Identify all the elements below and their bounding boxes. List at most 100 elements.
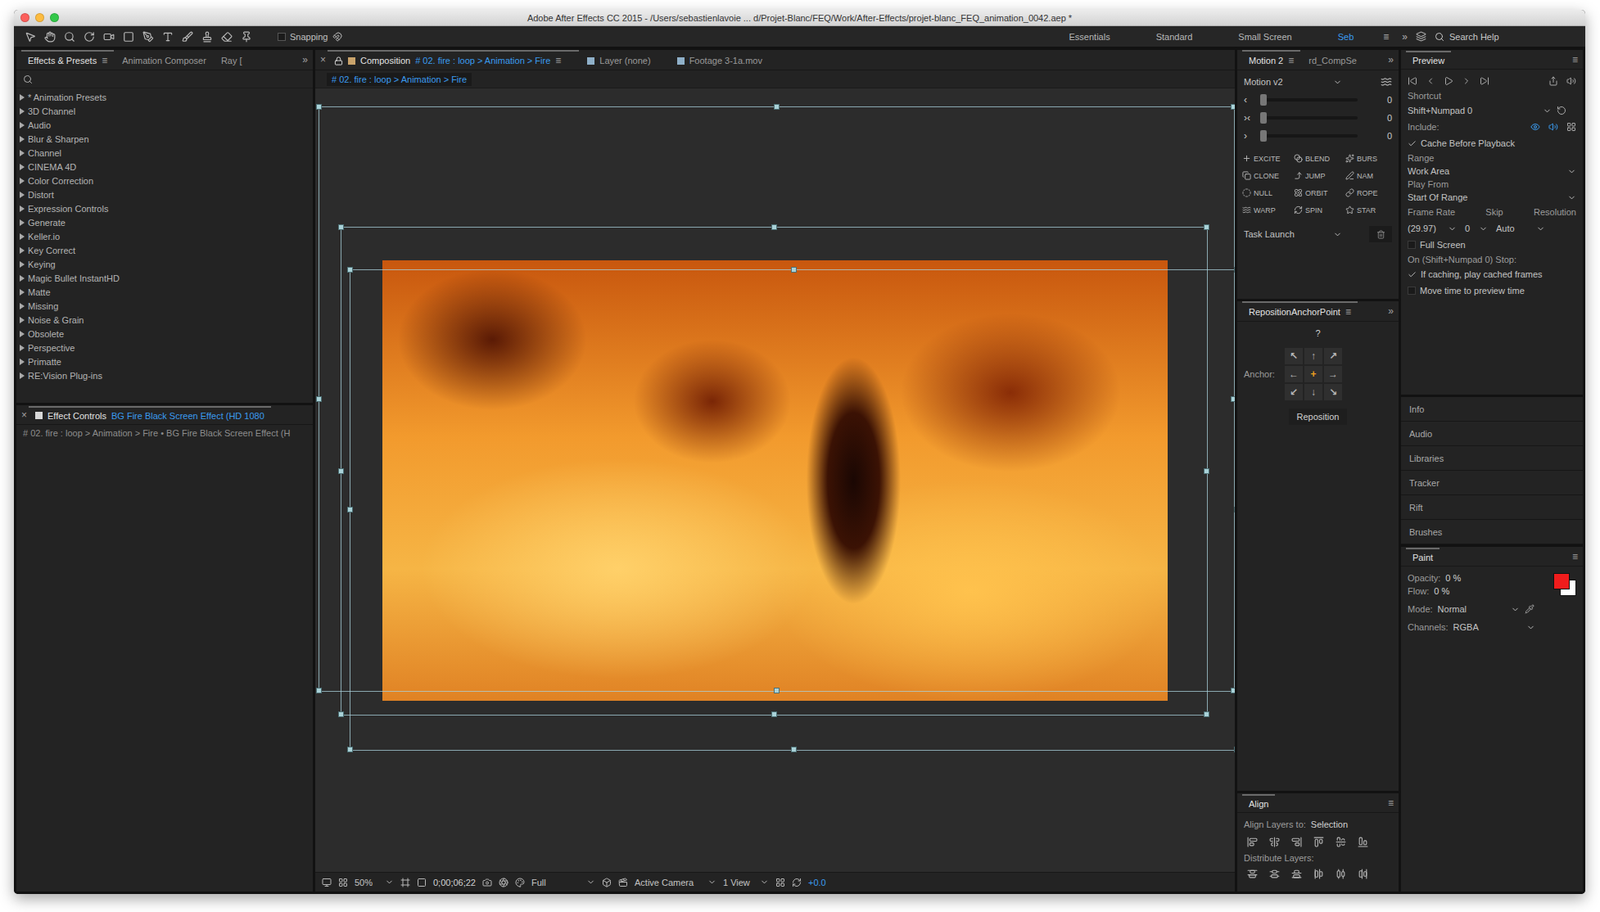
- comp-breadcrumb[interactable]: # 02. fire : loop > Animation > Fire: [326, 72, 472, 86]
- tool-button[interactable]: [120, 28, 137, 46]
- effects-category[interactable]: Distort: [19, 187, 310, 202]
- effects-category[interactable]: 3D Channel: [19, 103, 310, 118]
- skip-dropdown[interactable]: 0: [1464, 223, 1488, 234]
- comp-viewer[interactable]: [315, 88, 1235, 873]
- viewer-tab[interactable]: Layer (none): [580, 50, 669, 69]
- workspace-menu[interactable]: ≡: [1378, 31, 1394, 43]
- transform-handle[interactable]: [338, 224, 344, 231]
- workspace-tab[interactable]: Essentials: [1048, 31, 1132, 42]
- slider-track[interactable]: [1263, 116, 1358, 120]
- effects-category[interactable]: Audio: [19, 117, 310, 132]
- panel-tab[interactable]: Motion 2≡: [1242, 49, 1301, 70]
- effects-category[interactable]: Obsolete: [19, 326, 310, 341]
- collapsed-panel[interactable]: Libraries: [1401, 446, 1583, 471]
- transform-handle[interactable]: [1233, 266, 1235, 273]
- channels-dropdown[interactable]: RGBA: [1453, 622, 1536, 633]
- transform-handle[interactable]: [347, 506, 353, 513]
- effects-category[interactable]: Matte: [19, 284, 310, 299]
- anchor-button[interactable]: +: [1304, 366, 1323, 383]
- panel-tab[interactable]: RepositionAnchorPoint≡: [1242, 301, 1358, 321]
- slider-knob[interactable]: [1260, 130, 1267, 142]
- motion-button[interactable]: ORBIT: [1293, 188, 1343, 198]
- transform-handle[interactable]: [790, 266, 797, 273]
- transform-handle[interactable]: [773, 687, 780, 694]
- panel-tab[interactable]: Preview: [1405, 50, 1451, 69]
- transform-handle[interactable]: [773, 103, 780, 110]
- panel-menu[interactable]: ≡: [555, 54, 561, 67]
- anchor-button[interactable]: ↗: [1324, 348, 1343, 365]
- effects-category[interactable]: Expression Controls: [19, 201, 310, 216]
- task-launch-dropdown[interactable]: Task Launch: [1243, 229, 1343, 240]
- resolution-dropdown[interactable]: Full: [531, 877, 596, 888]
- transform-handle[interactable]: [1203, 711, 1210, 718]
- motion-slider[interactable]: ›0: [1243, 129, 1393, 143]
- slider-track[interactable]: [1263, 134, 1358, 138]
- transform-handle[interactable]: [316, 687, 322, 694]
- transform-handle[interactable]: [338, 711, 344, 718]
- panel-more[interactable]: »: [1387, 305, 1394, 317]
- transform-handle[interactable]: [771, 711, 778, 718]
- mode-dropdown[interactable]: Normal: [1437, 604, 1520, 615]
- viewer-tab[interactable]: Composition# 02. fire : loop > Animation…: [327, 49, 579, 70]
- collapsed-panel[interactable]: Brushes: [1401, 519, 1583, 545]
- motion-button[interactable]: STAR: [1345, 205, 1394, 215]
- transform-handle[interactable]: [347, 746, 353, 753]
- tool-button[interactable]: [238, 28, 255, 46]
- zoom-button[interactable]: [49, 13, 59, 23]
- play-from-dropdown[interactable]: Start Of Range: [1407, 192, 1577, 203]
- panel-tab[interactable]: Effect ControlsBG Fire Black Screen Effe…: [28, 406, 272, 425]
- transform-handle[interactable]: [1230, 396, 1235, 403]
- panel-menu[interactable]: ≡: [1572, 551, 1578, 563]
- snapping-toggle[interactable]: Snapping: [277, 31, 343, 42]
- stop-option-checkbox[interactable]: Move time to preview time: [1407, 284, 1577, 298]
- transform-handle[interactable]: [1230, 103, 1235, 110]
- panel-menu[interactable]: ≡: [1288, 54, 1294, 67]
- panel-more[interactable]: »: [302, 54, 308, 66]
- viewer-tab[interactable]: Footage 3-1a.mov: [670, 50, 781, 69]
- transform-handle[interactable]: [1203, 224, 1210, 231]
- search-help[interactable]: Search Help: [1429, 31, 1578, 42]
- collapsed-panel[interactable]: Info: [1401, 397, 1583, 422]
- reposition-button[interactable]: Reposition: [1288, 408, 1348, 425]
- panel-menu[interactable]: ≡: [1387, 797, 1394, 810]
- effects-category[interactable]: Magic Bullet InstantHD: [19, 271, 310, 285]
- transform-handle[interactable]: [1203, 468, 1210, 475]
- transform-handle[interactable]: [1230, 687, 1235, 694]
- anchor-button[interactable]: ←: [1284, 366, 1303, 383]
- workspace-more[interactable]: »: [1396, 31, 1413, 43]
- motion-button[interactable]: JUMP: [1293, 171, 1343, 181]
- effects-category[interactable]: Keller.io: [19, 229, 310, 244]
- workspace-tab[interactable]: Small Screen: [1216, 31, 1313, 42]
- panel-tab[interactable]: Ray [: [214, 50, 249, 69]
- anchor-button[interactable]: ↙: [1284, 384, 1303, 401]
- snapping-checkbox[interactable]: [277, 32, 286, 41]
- motion-button[interactable]: CLONE: [1242, 171, 1291, 181]
- anchor-button[interactable]: ↖: [1284, 348, 1303, 365]
- anchor-button[interactable]: ↓: [1304, 384, 1323, 401]
- effects-category[interactable]: Keying: [19, 257, 310, 272]
- motion-button[interactable]: NULL: [1242, 188, 1291, 198]
- range-dropdown[interactable]: Work Area: [1407, 166, 1577, 177]
- tool-button[interactable]: [81, 28, 98, 46]
- workspace-tab[interactable]: Seb: [1316, 31, 1376, 42]
- panel-more[interactable]: »: [1387, 54, 1394, 66]
- motion-button[interactable]: BURS: [1345, 153, 1394, 163]
- frame-rate-dropdown[interactable]: (29.97): [1407, 223, 1457, 234]
- effects-category[interactable]: Perspective: [19, 340, 310, 355]
- tool-button[interactable]: [198, 28, 216, 46]
- effects-category[interactable]: Generate: [19, 215, 310, 230]
- motion-slider[interactable]: ‹0: [1243, 93, 1393, 107]
- panel-menu[interactable]: ≡: [1345, 306, 1352, 318]
- collapsed-panel[interactable]: Audio: [1401, 421, 1583, 447]
- effects-search[interactable]: [16, 70, 313, 89]
- tool-button[interactable]: [41, 28, 59, 46]
- effects-category[interactable]: Blur & Sharpen: [19, 131, 310, 146]
- panel-close[interactable]: ×: [21, 409, 28, 421]
- workspace-tab[interactable]: Standard: [1134, 31, 1215, 42]
- panel-tab[interactable]: Paint: [1405, 547, 1440, 566]
- panel-close[interactable]: ×: [320, 54, 326, 66]
- motion-button[interactable]: NAM: [1345, 171, 1394, 181]
- panel-menu[interactable]: ≡: [1572, 54, 1578, 66]
- motion-slider[interactable]: ›‹0: [1243, 111, 1393, 125]
- transform-handle[interactable]: [316, 103, 322, 110]
